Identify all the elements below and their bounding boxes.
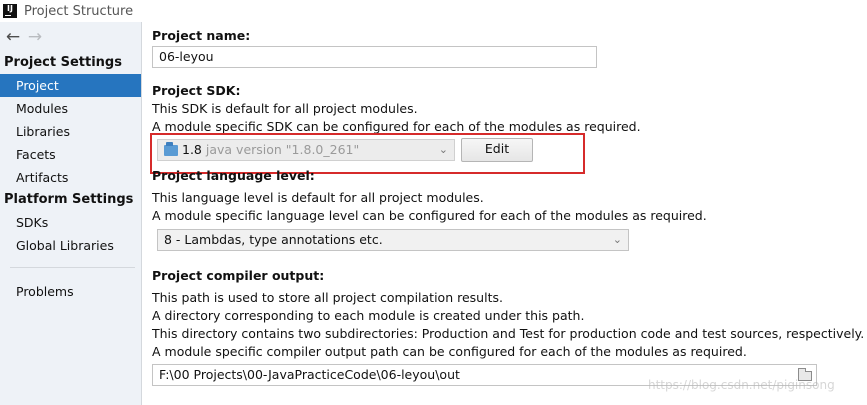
- compiler-output-desc-2: A directory corresponding to each module…: [152, 308, 585, 323]
- project-sdk-desc-1: This SDK is default for all project modu…: [152, 101, 418, 116]
- project-name-label: Project name:: [152, 28, 251, 43]
- sidebar-divider: [10, 267, 135, 268]
- sidebar: ← → Project Settings Project Modules Lib…: [0, 22, 142, 405]
- sidebar-item-artifacts[interactable]: Artifacts: [0, 166, 141, 189]
- project-sdk-label: Project SDK:: [152, 83, 241, 98]
- compiler-output-label: Project compiler output:: [152, 268, 325, 283]
- compiler-output-desc-4: A module specific compiler output path c…: [152, 344, 747, 359]
- language-level-desc-1: This language level is default for all p…: [152, 190, 484, 205]
- window-title: Project Structure: [24, 3, 134, 19]
- sidebar-item-sdks[interactable]: SDKs: [0, 211, 141, 234]
- sidebar-item-facets[interactable]: Facets: [0, 143, 141, 166]
- compiler-output-desc-1: This path is used to store all project c…: [152, 290, 503, 305]
- compiler-output-desc-3: This directory contains two subdirectori…: [152, 326, 865, 341]
- watermark-text: https://blog.csdn.net/piginsong: [648, 378, 835, 392]
- project-settings-header: Project Settings: [4, 55, 122, 70]
- language-level-desc-2: A module specific language level can be …: [152, 208, 707, 223]
- project-language-level-label: Project language level:: [152, 168, 315, 183]
- navigation-arrows: ← →: [0, 22, 141, 52]
- forward-arrow-icon[interactable]: →: [24, 28, 46, 46]
- intellij-logo-icon: IJ: [3, 4, 17, 18]
- sidebar-item-problems[interactable]: Problems: [0, 280, 141, 303]
- language-level-value: 8 - Lambdas, type annotations etc.: [164, 232, 383, 247]
- project-name-input[interactable]: 06-leyou: [152, 46, 597, 68]
- project-sdk-desc-2: A module specific SDK can be configured …: [152, 119, 641, 134]
- back-arrow-icon[interactable]: ←: [2, 28, 24, 46]
- project-settings-panel: Project name: 06-leyou Project SDK: This…: [150, 22, 867, 405]
- sidebar-item-modules[interactable]: Modules: [0, 97, 141, 120]
- sidebar-item-global-libraries[interactable]: Global Libraries: [0, 234, 141, 257]
- platform-settings-header: Platform Settings: [4, 192, 134, 207]
- sidebar-item-libraries[interactable]: Libraries: [0, 120, 141, 143]
- title-bar: IJ Project Structure: [0, 0, 867, 22]
- sidebar-item-project[interactable]: Project: [0, 74, 141, 97]
- language-level-dropdown[interactable]: 8 - Lambdas, type annotations etc. ⌄: [157, 229, 629, 251]
- chevron-down-icon: ⌄: [612, 233, 622, 246]
